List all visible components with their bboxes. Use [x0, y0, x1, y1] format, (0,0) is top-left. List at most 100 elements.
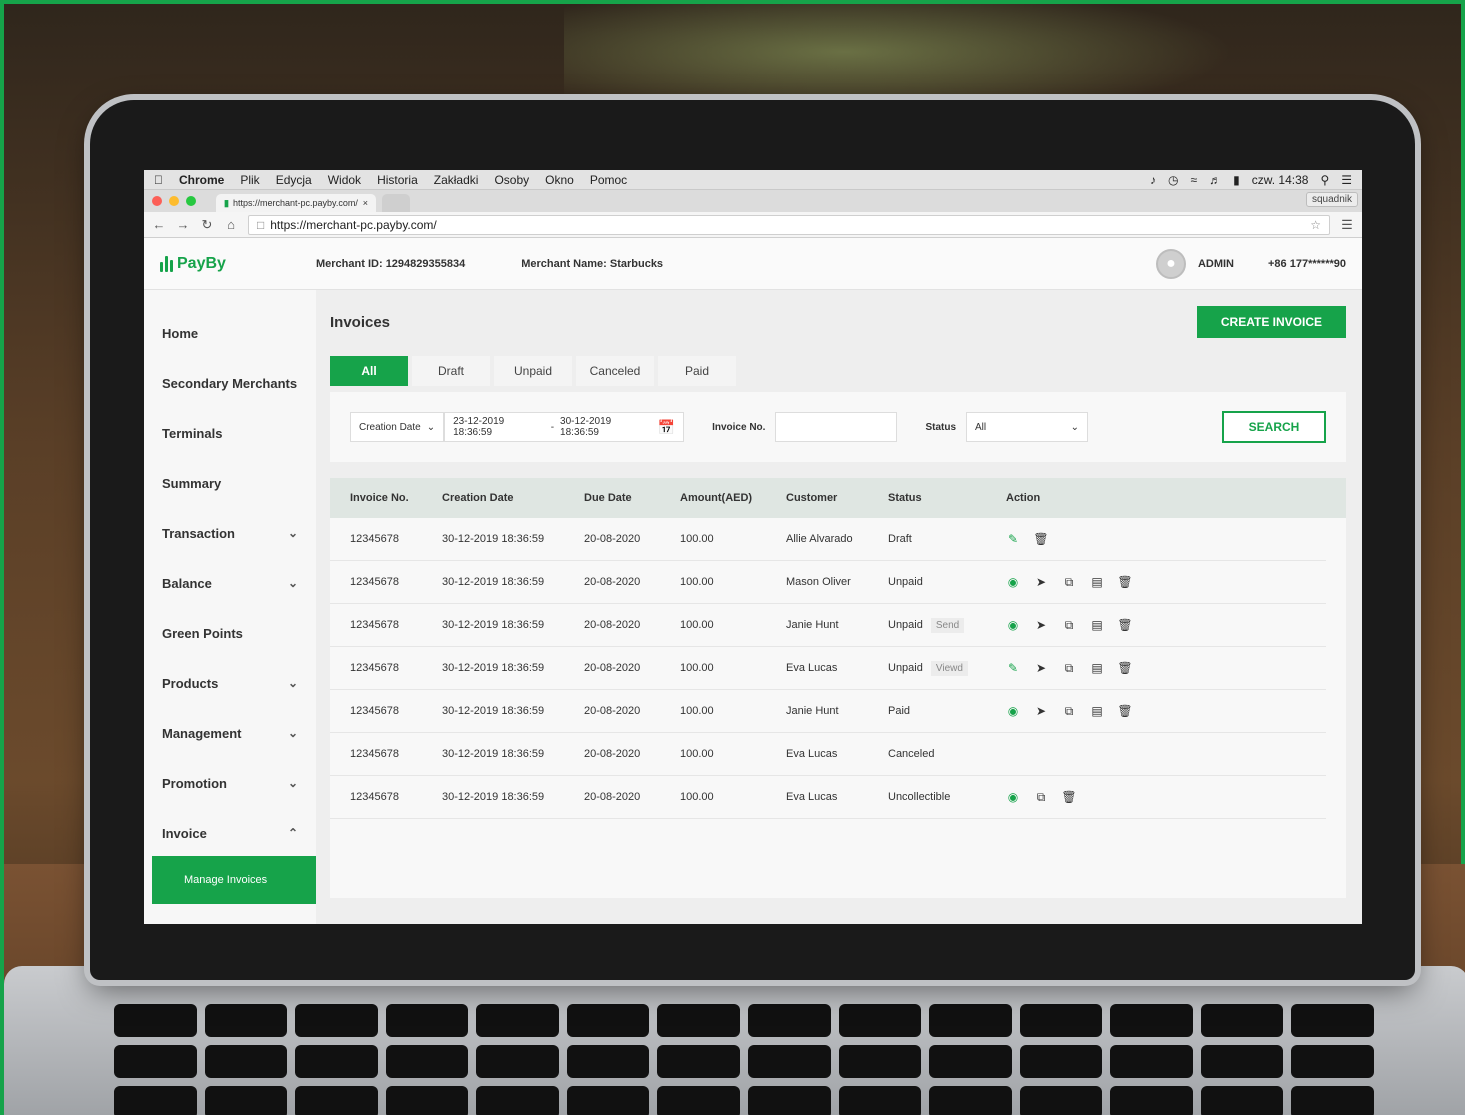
calendar-icon[interactable]: 📅 [658, 419, 675, 436]
tab-unpaid[interactable]: Unpaid [494, 356, 572, 386]
delete-icon[interactable]: 🗑 [1117, 618, 1132, 632]
copy-icon[interactable]: ⧉ [1062, 704, 1076, 718]
receipt-icon[interactable]: ▤ [1090, 661, 1104, 675]
bell-icon[interactable]: ♪ [1150, 173, 1156, 187]
sidebar-item-management[interactable]: Management ⌄ [144, 708, 316, 758]
sidebar-item-terminals[interactable]: Terminals [144, 408, 316, 458]
copy-icon[interactable]: ⧉ [1062, 575, 1076, 589]
sidebar-item-secondary-merchants[interactable]: Secondary Merchants [144, 358, 316, 408]
search-button[interactable]: SEARCH [1222, 411, 1326, 443]
keyboard-key [385, 1004, 469, 1037]
maximize-window-icon[interactable] [186, 196, 196, 206]
menubar-item[interactable]: Edycja [276, 173, 312, 187]
invoice-no-input[interactable] [775, 412, 898, 442]
date-range-picker[interactable]: 23-12-2019 18:36:59 - 30-12-2019 18:36:5… [444, 412, 685, 442]
sidebar-item-home[interactable]: Home [144, 308, 316, 358]
sidebar-item-green-points[interactable]: Green Points [144, 608, 316, 658]
receipt-icon[interactable]: ▤ [1090, 704, 1104, 718]
browser-tab[interactable]: ▮ https://merchant-pc.payby.com/ × [216, 194, 376, 212]
send-icon[interactable]: ➤ [1034, 575, 1048, 589]
receipt-icon[interactable]: ▤ [1090, 575, 1104, 589]
new-tab-button[interactable] [382, 194, 410, 212]
minimize-window-icon[interactable] [169, 196, 179, 206]
menubar-item[interactable]: Pomoc [590, 173, 627, 187]
view-icon[interactable]: ◉ [1006, 704, 1020, 718]
sidebar-item-balance[interactable]: Balance ⌄ [144, 558, 316, 608]
table-row[interactable]: 12345678 30-12-2019 18:36:59 20-08-2020 … [330, 733, 1326, 776]
sidebar-item-invoice[interactable]: Invoice ⌃ [144, 808, 316, 858]
back-icon[interactable]: ← [152, 217, 166, 232]
table-row[interactable]: 12345678 30-12-2019 18:36:59 20-08-2020 … [330, 561, 1326, 604]
copy-icon[interactable]: ⧉ [1062, 618, 1076, 632]
create-invoice-button[interactable]: CREATE INVOICE [1196, 306, 1346, 338]
view-icon[interactable]: ◉ [1006, 790, 1020, 804]
cell-actions: ◉ ⧉ 🗑 [1006, 790, 1077, 805]
sidebar-item-promotion[interactable]: Promotion ⌄ [144, 758, 316, 808]
sidebar-subitem-manage-invoices[interactable]: Manage Invoices [152, 856, 316, 904]
close-window-icon[interactable] [152, 196, 162, 206]
delete-icon[interactable]: 🗑 [1117, 661, 1132, 675]
menubar-item[interactable]: Osoby [494, 173, 529, 187]
chevron-down-icon: ⌄ [287, 576, 298, 590]
edit-icon[interactable]: ✎ [1006, 532, 1020, 546]
table-row[interactable]: 12345678 30-12-2019 18:36:59 20-08-2020 … [330, 647, 1326, 690]
delete-icon[interactable]: 🗑 [1117, 575, 1132, 589]
wifi-icon[interactable]: ≈ [1191, 173, 1198, 187]
delete-icon[interactable]: 🗑 [1061, 790, 1076, 804]
url-bar[interactable]: □ https://merchant-pc.payby.com/ ☆ [248, 214, 1330, 235]
keyboard-key [476, 1004, 559, 1037]
menubar-clock[interactable]: czw. 14:38 [1252, 173, 1309, 187]
menubar-item[interactable]: Historia [377, 173, 418, 187]
copy-icon[interactable]: ⧉ [1062, 661, 1076, 675]
menu-icon[interactable]: ☰ [1341, 173, 1352, 187]
table-row[interactable]: 12345678 30-12-2019 18:36:59 20-08-2020 … [330, 690, 1326, 733]
table-row[interactable]: 12345678 30-12-2019 18:36:59 20-08-2020 … [330, 776, 1326, 819]
tab-canceled[interactable]: Canceled [576, 356, 654, 386]
table-row[interactable]: 12345678 30-12-2019 18:36:59 20-08-2020 … [330, 518, 1326, 561]
send-icon[interactable]: ➤ [1034, 704, 1048, 718]
reload-icon[interactable]: ↻ [200, 217, 214, 233]
clock-icon[interactable]: ◷ [1168, 173, 1178, 187]
delete-icon[interactable]: 🗑 [1117, 704, 1132, 718]
browser-menu-icon[interactable]: ☰ [1340, 217, 1354, 233]
cell-status: Draft [888, 533, 1006, 545]
forward-icon[interactable]: → [176, 217, 190, 232]
status-text: Unpaid [888, 662, 923, 674]
tab-draft[interactable]: Draft [412, 356, 490, 386]
cell-amount: 100.00 [680, 705, 714, 717]
tab-all[interactable]: All [330, 356, 408, 386]
user-name[interactable]: ADMIN [1198, 258, 1234, 270]
star-icon[interactable]: ☆ [1310, 218, 1321, 232]
receipt-icon[interactable]: ▤ [1090, 618, 1104, 632]
profile-badge[interactable]: squadnik [1305, 192, 1358, 207]
delete-icon[interactable]: 🗑 [1033, 532, 1048, 546]
view-icon[interactable]: ◉ [1006, 618, 1020, 632]
payby-logo[interactable]: PayBy [160, 255, 316, 273]
home-icon[interactable]: ⌂ [224, 217, 238, 232]
menubar-item[interactable]: Okno [545, 173, 574, 187]
tab-paid[interactable]: Paid [658, 356, 736, 386]
send-icon[interactable]: ➤ [1034, 618, 1048, 632]
edit-icon[interactable]: ✎ [1006, 661, 1020, 675]
apple-icon[interactable]:  [154, 173, 163, 187]
menubar-item[interactable]: Plik [240, 173, 259, 187]
menubar-item[interactable]: Zakładki [434, 173, 479, 187]
spotlight-icon[interactable]: ⚲ [1320, 173, 1329, 187]
sidebar-item-transaction[interactable]: Transaction ⌄ [144, 508, 316, 558]
copy-icon[interactable]: ⧉ [1034, 790, 1048, 804]
close-tab-icon[interactable]: × [363, 198, 368, 208]
volume-icon[interactable]: ♬ [1209, 173, 1221, 187]
battery-icon[interactable]: ▮ [1233, 173, 1240, 187]
cell-due: 20-08-2020 [584, 662, 641, 674]
sidebar-item-summary[interactable]: Summary [144, 458, 316, 508]
send-icon[interactable]: ➤ [1034, 661, 1048, 675]
table-row[interactable]: 12345678 30-12-2019 18:36:59 20-08-2020 … [330, 604, 1326, 647]
menubar-app[interactable]: Chrome [179, 173, 224, 187]
date-type-select[interactable]: Creation Date ⌄ [350, 412, 445, 442]
avatar[interactable]: ● [1155, 248, 1186, 279]
menubar-item[interactable]: Widok [328, 173, 361, 187]
sidebar-item-products[interactable]: Products ⌄ [144, 658, 316, 708]
status-select[interactable]: All ⌄ [966, 412, 1089, 442]
view-icon[interactable]: ◉ [1006, 575, 1020, 589]
keyboard-key [1019, 1086, 1103, 1115]
